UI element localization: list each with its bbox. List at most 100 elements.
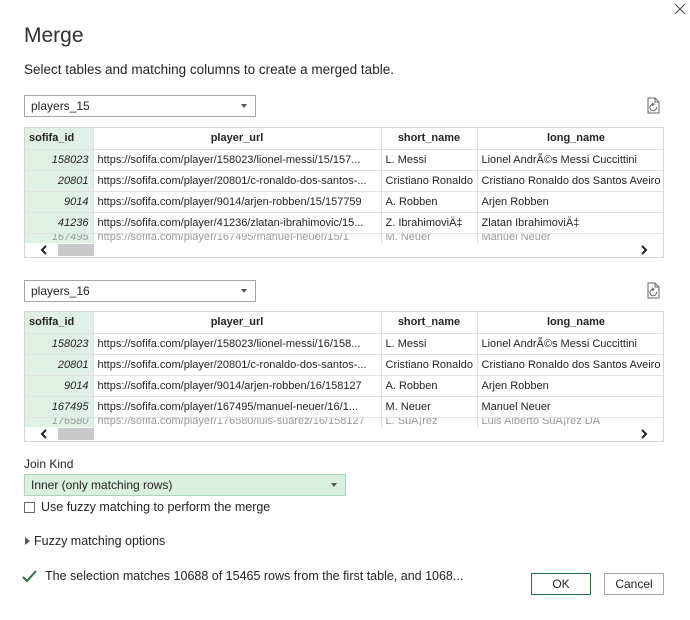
column-header-player-url[interactable]: player_url [93,312,382,334]
refresh-icon [647,282,660,299]
scrollbar-thumb[interactable] [58,244,94,256]
fuzzy-options-label: Fuzzy matching options [34,534,166,548]
cell-long-name: Arjen Robben [477,375,663,397]
table-row: 20801 https://sofifa.com/player/20801/c-… [25,354,663,376]
cell-long-name: Manuel Neuer [477,396,663,418]
join-kind-select[interactable]: Inner (only matching rows) [24,474,346,496]
scroll-right-icon[interactable] [639,245,649,255]
column-header-short-name[interactable]: short_name [381,128,478,150]
table1-preview: sofifa_id player_url short_name long_nam… [24,127,664,258]
cell-sofifa-id: 20801 [25,354,94,376]
cell-player-url: https://sofifa.com/player/158023/lionel-… [93,149,382,171]
close-button[interactable] [671,0,689,18]
fuzzy-matching-row: Use fuzzy matching to perform the merge [24,500,270,514]
cell-player-url: https://sofifa.com/player/41236/zlatan-i… [93,212,382,234]
table2-preview: sofifa_id player_url short_name long_nam… [24,311,664,442]
chevron-down-icon [241,289,247,293]
scroll-right-icon[interactable] [639,429,649,439]
join-kind-label: Join Kind [24,457,74,471]
table2-grid: sofifa_id player_url short_name long_nam… [25,312,663,428]
column-header-short-name[interactable]: short_name [381,312,478,334]
cell-player-url: https://sofifa.com/player/9014/arjen-rob… [93,191,382,213]
scrollbar-thumb[interactable] [58,428,94,440]
table-row: 9014 https://sofifa.com/player/9014/arje… [25,375,663,397]
cell-short-name: A. Robben [381,191,478,213]
column-header-sofifa-id[interactable]: sofifa_id [25,312,94,334]
ok-button[interactable]: OK [531,573,591,595]
check-icon [22,569,37,582]
cell-sofifa-id: 167495 [25,396,94,418]
scroll-left-icon[interactable] [39,429,49,439]
dialog-title: Merge [24,24,84,47]
table1-grid: sofifa_id player_url short_name long_nam… [25,128,663,244]
cell-short-name: L. Messi [381,149,478,171]
table-row: 158023 https://sofifa.com/player/158023/… [25,333,663,355]
cell-sofifa-id: 176580 [25,417,94,428]
cell-long-name: Lionel AndrÃ©s Messi Cuccittini [477,333,663,355]
cell-sofifa-id: 167495 [25,233,94,244]
cell-short-name: L. SuÃ¡rez [381,417,478,428]
table2-select-value: players_16 [31,284,90,298]
column-header-player-url[interactable]: player_url [93,128,382,150]
column-header-long-name[interactable]: long_name [477,312,663,334]
cell-player-url: https://sofifa.com/player/176580/luis-su… [93,417,382,428]
table1-horizontal-scrollbar[interactable] [25,243,663,257]
cell-long-name: Cristiano Ronaldo dos Santos Aveiro [477,170,663,192]
cell-long-name: Zlatan IbrahimoviÄ‡ [477,212,663,234]
table-row-partial: 176580 https://sofifa.com/player/176580/… [25,417,663,428]
table-row: 167495 https://sofifa.com/player/167495/… [25,396,663,418]
cell-long-name: Cristiano Ronaldo dos Santos Aveiro [477,354,663,376]
table1-select[interactable]: players_15 [24,95,256,117]
table1-refresh-button[interactable] [645,96,663,116]
table-row: 158023 https://sofifa.com/player/158023/… [25,149,663,171]
chevron-down-icon [241,104,247,108]
cell-short-name: Cristiano Ronaldo [381,170,478,192]
cell-short-name: Cristiano Ronaldo [381,354,478,376]
cell-short-name: Z. IbrahimoviÄ‡ [381,212,478,234]
table-row-partial: 167495 https://sofifa.com/player/167495/… [25,233,663,244]
cell-player-url: https://sofifa.com/player/167495/manuel-… [93,233,382,244]
cell-sofifa-id: 41236 [25,212,94,234]
cell-sofifa-id: 158023 [25,149,94,171]
table-header-row: sofifa_id player_url short_name long_nam… [25,312,663,334]
cell-long-name: Arjen Robben [477,191,663,213]
scroll-left-icon[interactable] [39,245,49,255]
match-status-text: The selection matches 10688 of 15465 row… [45,569,464,583]
cell-short-name: M. Neuer [381,396,478,418]
match-status: The selection matches 10688 of 15465 row… [22,569,463,583]
join-kind-value: Inner (only matching rows) [31,478,173,492]
cell-sofifa-id: 9014 [25,191,94,213]
fuzzy-matching-checkbox[interactable] [24,501,35,513]
cell-long-name: Lionel AndrÃ©s Messi Cuccittini [477,149,663,171]
table-header-row: sofifa_id player_url short_name long_nam… [25,128,663,150]
table1-select-value: players_15 [31,99,90,113]
cell-short-name: M. Neuer [381,233,478,244]
column-header-long-name[interactable]: long_name [477,128,663,150]
cell-sofifa-id: 20801 [25,170,94,192]
table2-refresh-button[interactable] [645,281,663,301]
column-header-sofifa-id[interactable]: sofifa_id [25,128,94,150]
cell-long-name: Manuel Neuer [477,233,663,244]
cancel-button[interactable]: Cancel [604,573,664,595]
table-row: 9014 https://sofifa.com/player/9014/arje… [25,191,663,213]
cell-long-name: Luis Alberto SuÃ¡rez DÃ [477,417,663,428]
close-icon [675,4,685,14]
cell-sofifa-id: 9014 [25,375,94,397]
cell-player-url: https://sofifa.com/player/20801/c-ronald… [93,170,382,192]
cell-sofifa-id: 158023 [25,333,94,355]
fuzzy-matching-label[interactable]: Use fuzzy matching to perform the merge [41,500,270,514]
refresh-icon [647,97,660,114]
dialog-subtitle: Select tables and matching columns to cr… [24,62,394,77]
fuzzy-options-toggle[interactable]: Fuzzy matching options [24,534,165,548]
table2-select[interactable]: players_16 [24,280,256,302]
table2-horizontal-scrollbar[interactable] [25,427,663,441]
table-row: 20801 https://sofifa.com/player/20801/c-… [25,170,663,192]
expand-triangle-icon [25,537,30,545]
cell-player-url: https://sofifa.com/player/9014/arjen-rob… [93,375,382,397]
cell-player-url: https://sofifa.com/player/158023/lionel-… [93,333,382,355]
cell-player-url: https://sofifa.com/player/20801/c-ronald… [93,354,382,376]
cell-short-name: A. Robben [381,375,478,397]
table-row: 41236 https://sofifa.com/player/41236/zl… [25,212,663,234]
cell-player-url: https://sofifa.com/player/167495/manuel-… [93,396,382,418]
cell-short-name: L. Messi [381,333,478,355]
